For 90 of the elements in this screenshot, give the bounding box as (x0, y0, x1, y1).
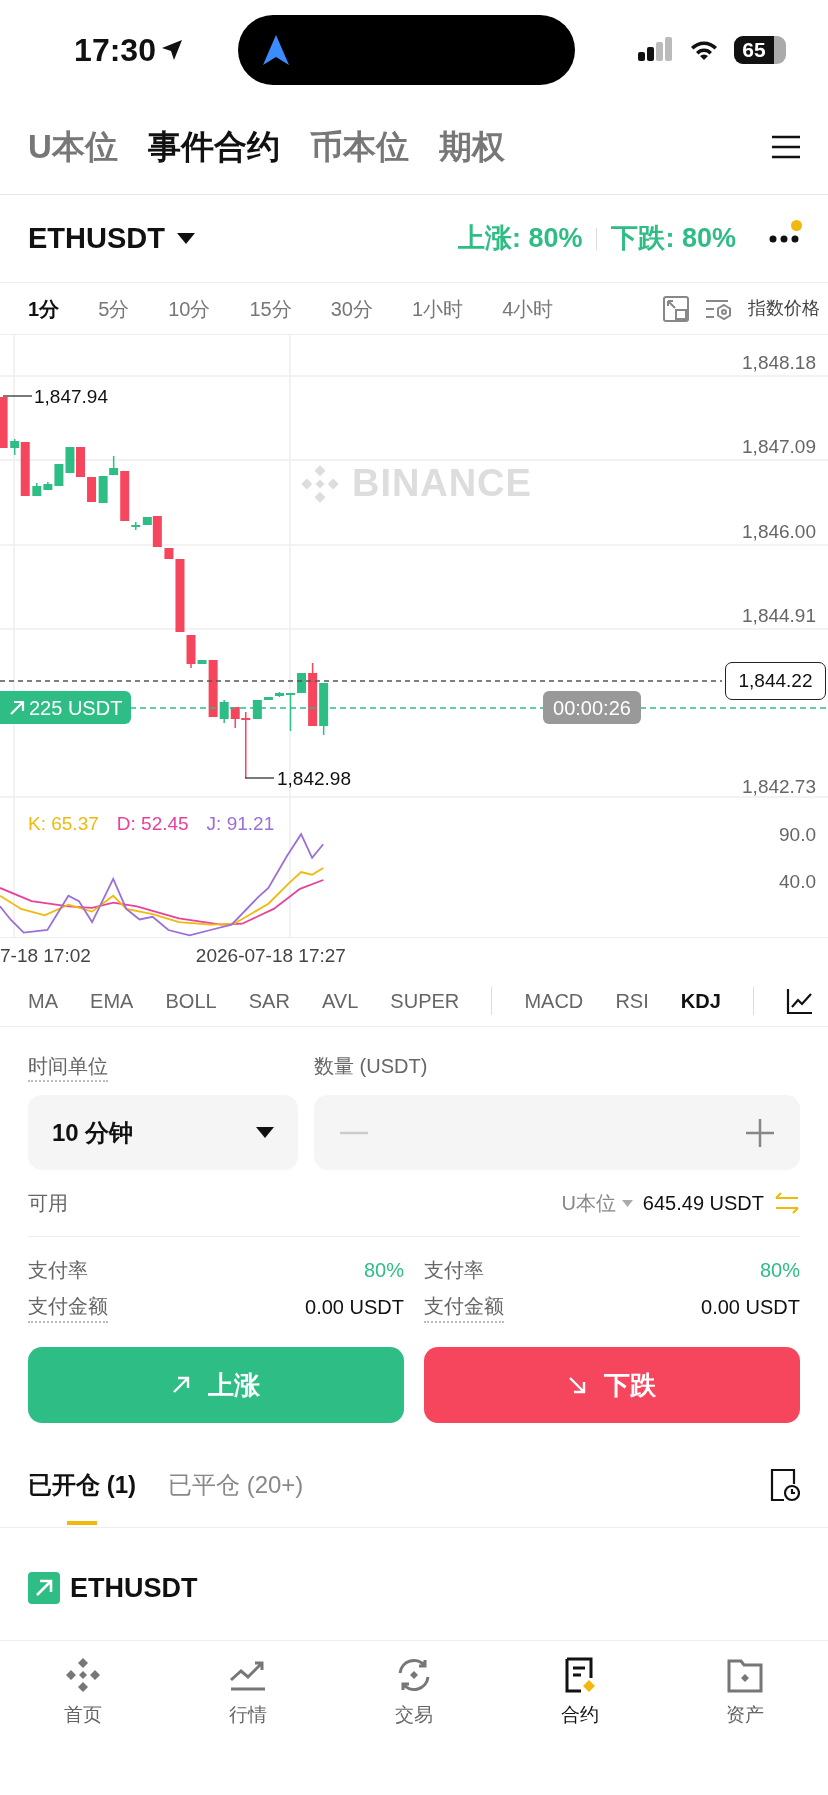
high-price-label: 1,847.94 (34, 385, 108, 409)
kdj-value: D: 52.45 (116, 812, 189, 836)
indicator-tab[interactable]: BOLL (165, 985, 217, 1016)
candle (76, 446, 85, 478)
symbol-selector[interactable]: ETHUSDT (28, 216, 195, 261)
position-tab[interactable]: 已平仓 (20+) (168, 1443, 304, 1527)
nav-tab[interactable]: 交易 (331, 1655, 497, 1755)
nav-tab[interactable]: 合约 (496, 1655, 663, 1755)
price-axis-label: 1,848.18 (742, 351, 816, 375)
transfer-icon[interactable] (774, 1191, 800, 1215)
battery-percentage: 65 (742, 37, 766, 64)
kdj-axis-label: 40.0 (779, 870, 816, 894)
up-arrow-icon (9, 699, 25, 716)
amount-label: 数量 (USDT) (314, 1054, 428, 1079)
market-tab[interactable]: 期权 (438, 122, 505, 172)
nav-tab[interactable]: 行情 (165, 1655, 332, 1755)
more-icon[interactable] (769, 234, 799, 243)
price-axis-label: 1,847.09 (742, 435, 816, 459)
price-axis-label: 1,842.73 (742, 775, 816, 799)
payout-rate-label: 支付率 (424, 1257, 484, 1283)
indicator-tab[interactable]: SUPER (390, 985, 460, 1016)
position-symbol: ETHUSDT (70, 1572, 198, 1605)
payout-rate: 上涨: 80% (457, 222, 583, 256)
indicator-tab[interactable]: MA (28, 985, 58, 1016)
market-tab[interactable]: 币本位 (309, 122, 409, 172)
line-chart-icon[interactable] (785, 986, 814, 1015)
low-price-label: 1,842.98 (277, 767, 351, 791)
available-label: 可用 (28, 1191, 68, 1216)
interval-tab[interactable]: 5分 (98, 293, 130, 324)
fall-button[interactable]: 下跌 (424, 1347, 800, 1423)
interval-tab[interactable]: 30分 (330, 293, 373, 324)
caret-icon (176, 233, 195, 244)
indicator-tab[interactable]: RSI (615, 985, 649, 1016)
payout-rate-value: 80% (363, 1257, 404, 1283)
balance-value: 645.49 USDT (642, 1191, 764, 1216)
candle (319, 682, 329, 736)
time-axis-label: 7-18 17:02 (0, 944, 91, 969)
status-time: 17:30 (74, 31, 156, 70)
indicator-tab[interactable]: AVL (321, 985, 359, 1016)
time-axis-label: 2026-07-18 17:27 (195, 944, 346, 969)
candle (65, 446, 75, 474)
nav-tab[interactable]: 资产 (662, 1655, 828, 1755)
price-axis-label: 1,846.00 (742, 520, 816, 544)
caret-icon (256, 1127, 274, 1138)
payout-rate-label: 支付率 (28, 1257, 88, 1283)
current-price-tag: 1,844.22 (725, 662, 826, 700)
payout-amount-label: 支付金额 (28, 1290, 108, 1323)
position-tab[interactable]: 已开仓 (1) (28, 1443, 136, 1527)
menu-icon[interactable] (772, 135, 800, 159)
leader-line (2, 395, 33, 397)
kdj-value: K: 65.37 (28, 812, 99, 836)
signal-icon (638, 37, 674, 63)
interval-tab[interactable]: 1小时 (412, 293, 464, 324)
countdown-badge: 00:00:26 (543, 691, 641, 724)
duration-label: 时间单位 (28, 1051, 314, 1081)
leader-line (245, 777, 275, 779)
indicator-tab[interactable]: EMA (90, 985, 134, 1016)
payout-rate: 下跌: 80% (611, 222, 736, 256)
payout-amount-value: 0.00 USDT (701, 1294, 800, 1320)
indicator-tab[interactable]: MACD (524, 985, 584, 1016)
up-arrow-icon (172, 1376, 190, 1394)
indicator-tab[interactable]: KDJ (680, 985, 721, 1016)
amount-input[interactable] (314, 1095, 800, 1170)
kdj-axis-label: 90.0 (779, 823, 816, 847)
payout-amount-value: 0.00 USDT (305, 1294, 404, 1320)
nav-tab[interactable]: 首页 (0, 1655, 166, 1755)
navigation-arrow-icon (263, 35, 289, 65)
market-tab[interactable]: U本位 (28, 122, 118, 172)
caret-icon (621, 1199, 633, 1207)
fullscreen-icon[interactable] (662, 294, 690, 323)
duration-dropdown[interactable]: 10 分钟 (28, 1095, 298, 1170)
down-arrow-icon (568, 1376, 586, 1394)
interval-tab[interactable]: 1分 (28, 293, 60, 324)
payout-amount-label: 支付金额 (424, 1290, 504, 1323)
candle (98, 475, 108, 504)
payout-rate-value: 80% (759, 1257, 800, 1283)
indicator-tab[interactable]: SAR (248, 985, 290, 1016)
candle (0, 396, 8, 449)
candle (286, 692, 295, 732)
candle (87, 476, 97, 503)
kdj-value: J: 91.21 (206, 812, 275, 836)
plus-icon[interactable] (746, 1118, 774, 1147)
market-tab[interactable]: 事件合约 (147, 122, 280, 172)
interval-tab[interactable]: 15分 (249, 293, 292, 324)
interval-tab[interactable]: 10分 (168, 293, 211, 324)
price-axis-label: 1,844.91 (742, 604, 816, 628)
account-selector[interactable]: U本位 (561, 1188, 633, 1218)
price-source-button[interactable]: 指数价格 (748, 295, 820, 322)
interval-tab[interactable]: 4小时 (502, 293, 554, 324)
history-icon[interactable] (770, 1468, 800, 1502)
